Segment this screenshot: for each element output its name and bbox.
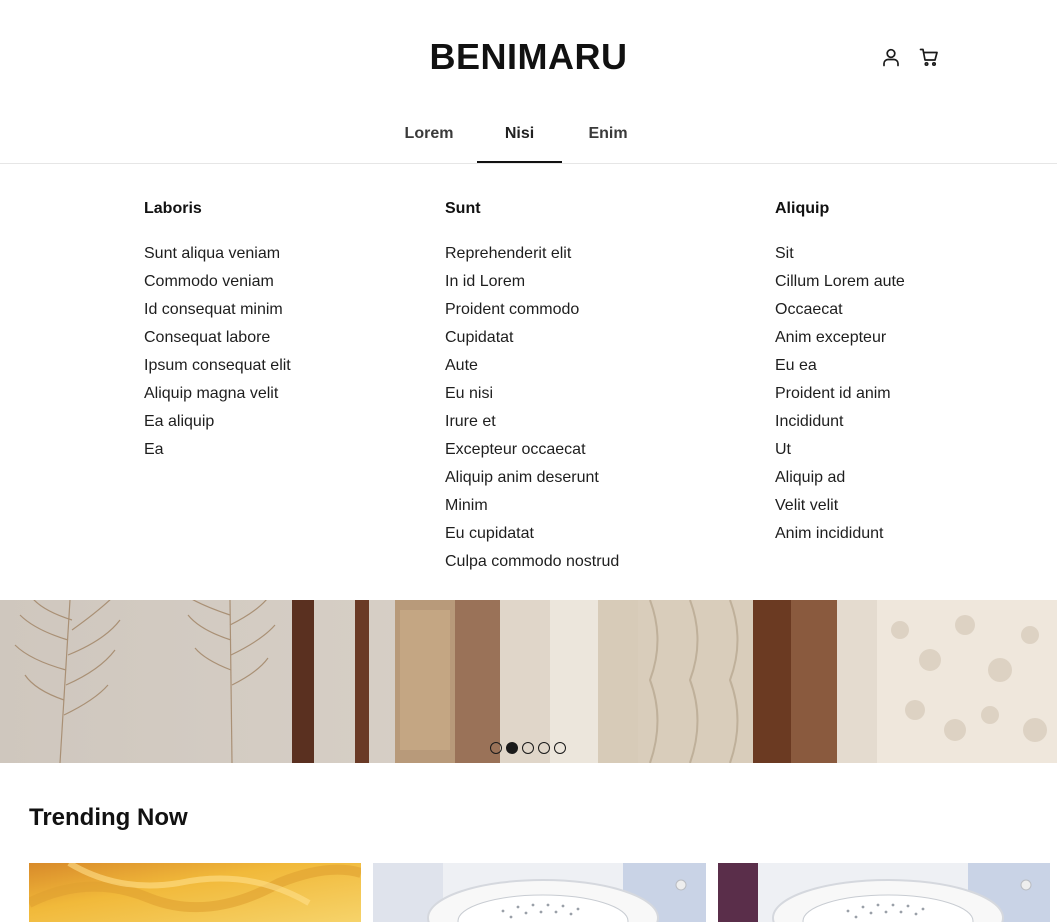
menu-link[interactable]: Consequat labore (144, 324, 291, 352)
product-card[interactable] (718, 863, 1050, 922)
menu-link[interactable]: Reprehenderit elit (445, 240, 619, 268)
column-title: Laboris (144, 200, 202, 217)
carousel-dot[interactable] (554, 742, 566, 754)
nav-tab-nisi[interactable]: Nisi (477, 114, 562, 163)
menu-link[interactable]: Minim (445, 492, 619, 520)
carousel-dot[interactable] (522, 742, 534, 754)
menu-link[interactable]: Cillum Lorem aute (775, 268, 905, 296)
site-header: BENIMARU Lorem Nisi Enim (0, 0, 1057, 164)
column-title: Aliquip (775, 200, 830, 217)
hero-carousel-slide[interactable] (0, 600, 1057, 763)
menu-link[interactable]: Aliquip ad (775, 464, 905, 492)
column-links: Reprehenderit elit In id Lorem Proident … (445, 240, 619, 576)
menu-link[interactable]: Eu nisi (445, 380, 619, 408)
menu-link[interactable]: Ea aliquip (144, 408, 291, 436)
menu-link[interactable]: Cupidatat (445, 324, 619, 352)
header-actions (880, 46, 940, 68)
menu-link[interactable]: Ea (144, 436, 291, 464)
menu-link[interactable]: Incididunt (775, 408, 905, 436)
menu-link[interactable]: Commodo veniam (144, 268, 291, 296)
mega-menu-column: Aliquip Sit Cillum Lorem aute Occaecat A… (775, 200, 905, 548)
main-nav: Lorem Nisi Enim (0, 114, 1057, 163)
menu-link[interactable]: In id Lorem (445, 268, 619, 296)
column-links: Sunt aliqua veniam Commodo veniam Id con… (144, 240, 291, 464)
menu-link[interactable]: Aliquip anim deserunt (445, 464, 619, 492)
menu-link[interactable]: Occaecat (775, 296, 905, 324)
section-title: Trending Now (29, 804, 188, 831)
menu-link[interactable]: Id consequat minim (144, 296, 291, 324)
mega-menu-column: Sunt Reprehenderit elit In id Lorem Proi… (445, 200, 619, 576)
menu-link[interactable]: Aute (445, 352, 619, 380)
menu-link[interactable]: Proident id anim (775, 380, 905, 408)
product-card[interactable] (373, 863, 706, 922)
column-links: Sit Cillum Lorem aute Occaecat Anim exce… (775, 240, 905, 548)
nav-tab-lorem[interactable]: Lorem (381, 114, 477, 163)
menu-link[interactable]: Culpa commodo nostrud (445, 548, 619, 576)
menu-link[interactable]: Ipsum consequat elit (144, 352, 291, 380)
carousel-dot[interactable] (490, 742, 502, 754)
product-image (29, 863, 361, 922)
menu-link[interactable]: Sit (775, 240, 905, 268)
product-card[interactable] (29, 863, 361, 922)
menu-link[interactable]: Sunt aliqua veniam (144, 240, 291, 268)
menu-link[interactable]: Velit velit (775, 492, 905, 520)
column-title: Sunt (445, 200, 481, 217)
menu-link[interactable]: Eu ea (775, 352, 905, 380)
carousel-dot-active[interactable] (506, 742, 518, 754)
mega-menu: Laboris Sunt aliqua veniam Commodo venia… (0, 164, 1057, 600)
mega-menu-column: Laboris Sunt aliqua veniam Commodo venia… (144, 200, 291, 464)
nav-tab-enim[interactable]: Enim (562, 114, 654, 163)
menu-link[interactable]: Excepteur occaecat (445, 436, 619, 464)
menu-link[interactable]: Proident commodo (445, 296, 619, 324)
menu-link[interactable]: Anim incididunt (775, 520, 905, 548)
menu-link[interactable]: Aliquip magna velit (144, 380, 291, 408)
carousel-dot[interactable] (538, 742, 550, 754)
product-image (373, 863, 706, 922)
carousel-pagination (490, 742, 566, 754)
cart-icon[interactable] (918, 46, 940, 68)
user-icon[interactable] (880, 46, 902, 68)
product-image (718, 863, 1050, 922)
menu-link[interactable]: Eu cupidatat (445, 520, 619, 548)
menu-link[interactable]: Ut (775, 436, 905, 464)
menu-link[interactable]: Irure et (445, 408, 619, 436)
banner-image (0, 600, 1057, 763)
menu-link[interactable]: Anim excepteur (775, 324, 905, 352)
